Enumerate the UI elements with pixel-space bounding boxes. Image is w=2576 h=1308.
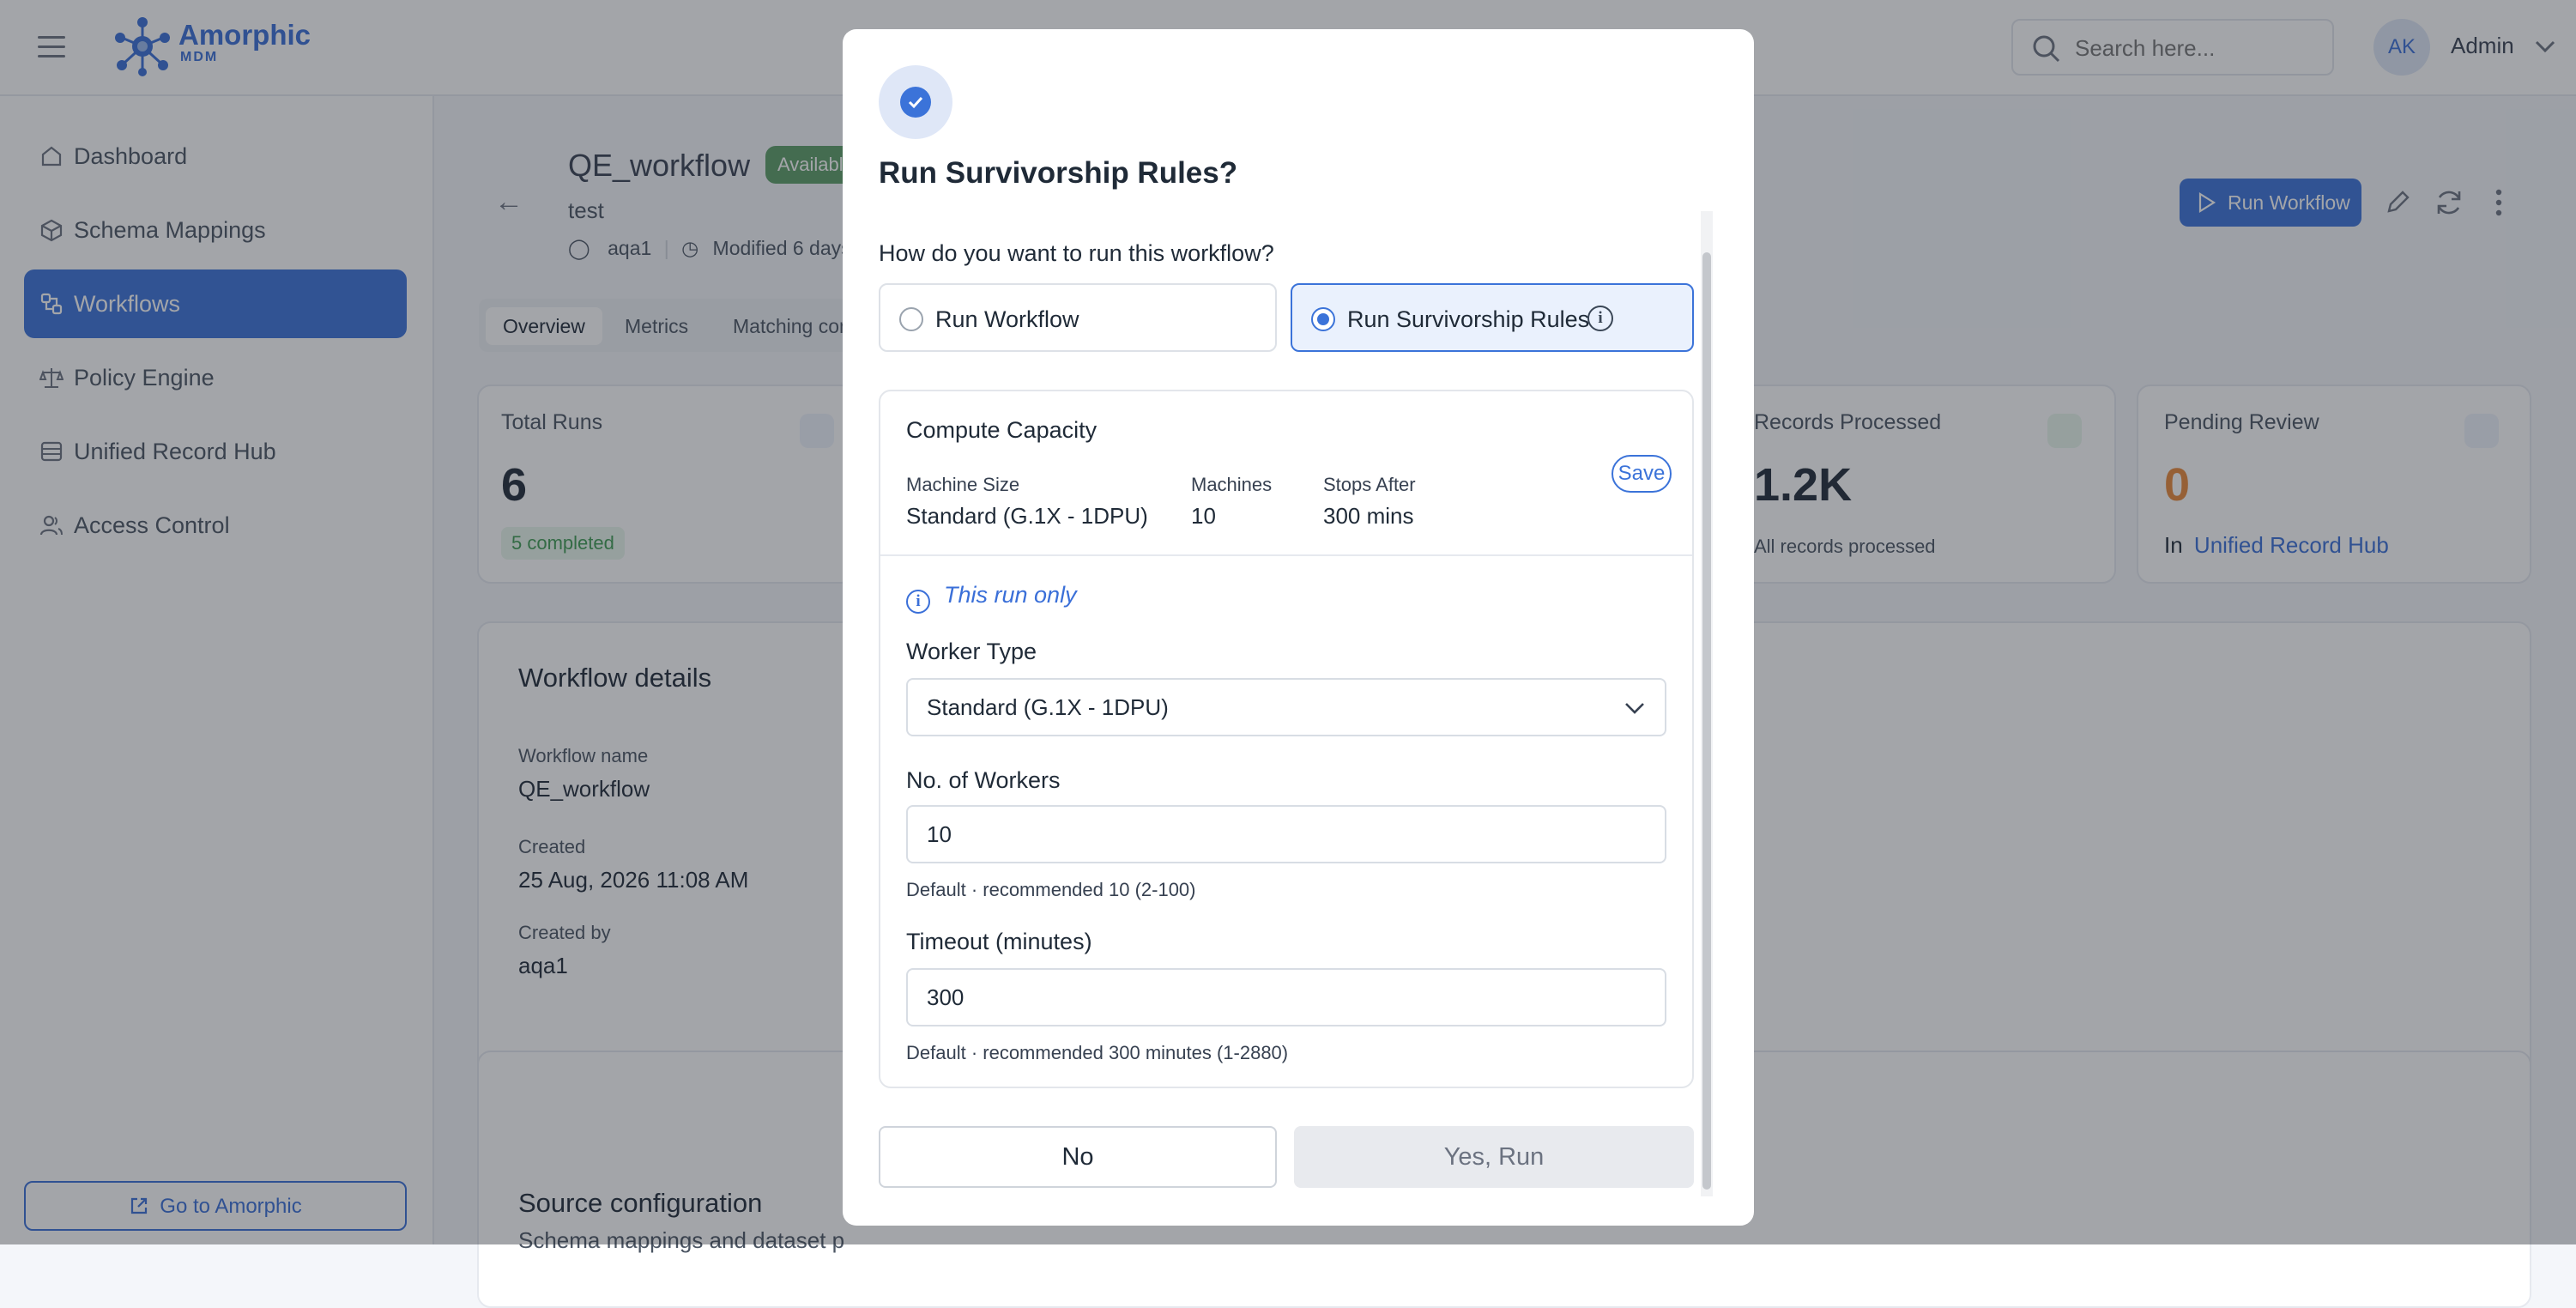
option-label: Run Survivorship Rules bbox=[1347, 306, 1590, 332]
run-survivorship-dialog: Run Survivorship Rules? How do you want … bbox=[843, 29, 1754, 1226]
no-button[interactable]: No bbox=[879, 1126, 1277, 1188]
worker-type-select[interactable]: Standard (G.1X - 1DPU) bbox=[906, 678, 1666, 736]
yes-run-button[interactable]: Yes, Run bbox=[1294, 1126, 1694, 1188]
dialog-scrollbar[interactable] bbox=[1701, 211, 1713, 1196]
workers-input-value: 10 bbox=[927, 821, 952, 847]
option-run-survivorship-rules[interactable]: Run Survivorship Rules i bbox=[1291, 283, 1694, 352]
workers-help-text: Default · recommended 10 (2-100) bbox=[906, 879, 1196, 900]
timeout-input-value: 300 bbox=[927, 984, 964, 1010]
worker-type-label: Worker Type bbox=[906, 639, 1037, 664]
run-mode-question: How do you want to run this workflow? bbox=[879, 240, 1274, 266]
timeout-help-text: Default · recommended 300 minutes (1-288… bbox=[906, 1042, 1289, 1063]
machines-value: 10 bbox=[1191, 503, 1216, 529]
option-run-workflow[interactable]: Run Workflow bbox=[879, 283, 1277, 352]
machine-size-value: Standard (G.1X - 1DPU) bbox=[906, 503, 1148, 529]
compute-capacity-title: Compute Capacity bbox=[906, 417, 1098, 443]
workers-input[interactable]: 10 bbox=[906, 805, 1666, 863]
info-icon[interactable]: i bbox=[1587, 306, 1613, 331]
stops-after-value: 300 mins bbox=[1323, 503, 1414, 529]
radio-run-survivorship-rules[interactable] bbox=[1311, 307, 1335, 331]
run-only-note: i This run only bbox=[906, 582, 1077, 614]
option-label: Run Workflow bbox=[935, 306, 1079, 332]
check-circle-icon bbox=[879, 65, 952, 139]
timeout-input[interactable]: 300 bbox=[906, 968, 1666, 1026]
dialog-title: Run Survivorship Rules? bbox=[879, 156, 1238, 190]
radio-run-workflow[interactable] bbox=[899, 307, 923, 331]
worker-type-value: Standard (G.1X - 1DPU) bbox=[927, 694, 1169, 720]
timeout-label: Timeout (minutes) bbox=[906, 929, 1092, 954]
save-button[interactable]: Save bbox=[1612, 455, 1672, 493]
divider bbox=[880, 554, 1692, 556]
stops-after-label: Stops After bbox=[1323, 474, 1416, 495]
run-only-note-text: This run only bbox=[944, 582, 1077, 608]
workers-label: No. of Workers bbox=[906, 767, 1061, 793]
chevron-down-icon bbox=[1625, 703, 1644, 714]
info-icon: i bbox=[906, 590, 930, 614]
machines-label: Machines bbox=[1191, 474, 1273, 495]
compute-capacity-panel: Compute Capacity Machine Size Standard (… bbox=[879, 390, 1694, 1088]
machine-size-label: Machine Size bbox=[906, 474, 1020, 495]
